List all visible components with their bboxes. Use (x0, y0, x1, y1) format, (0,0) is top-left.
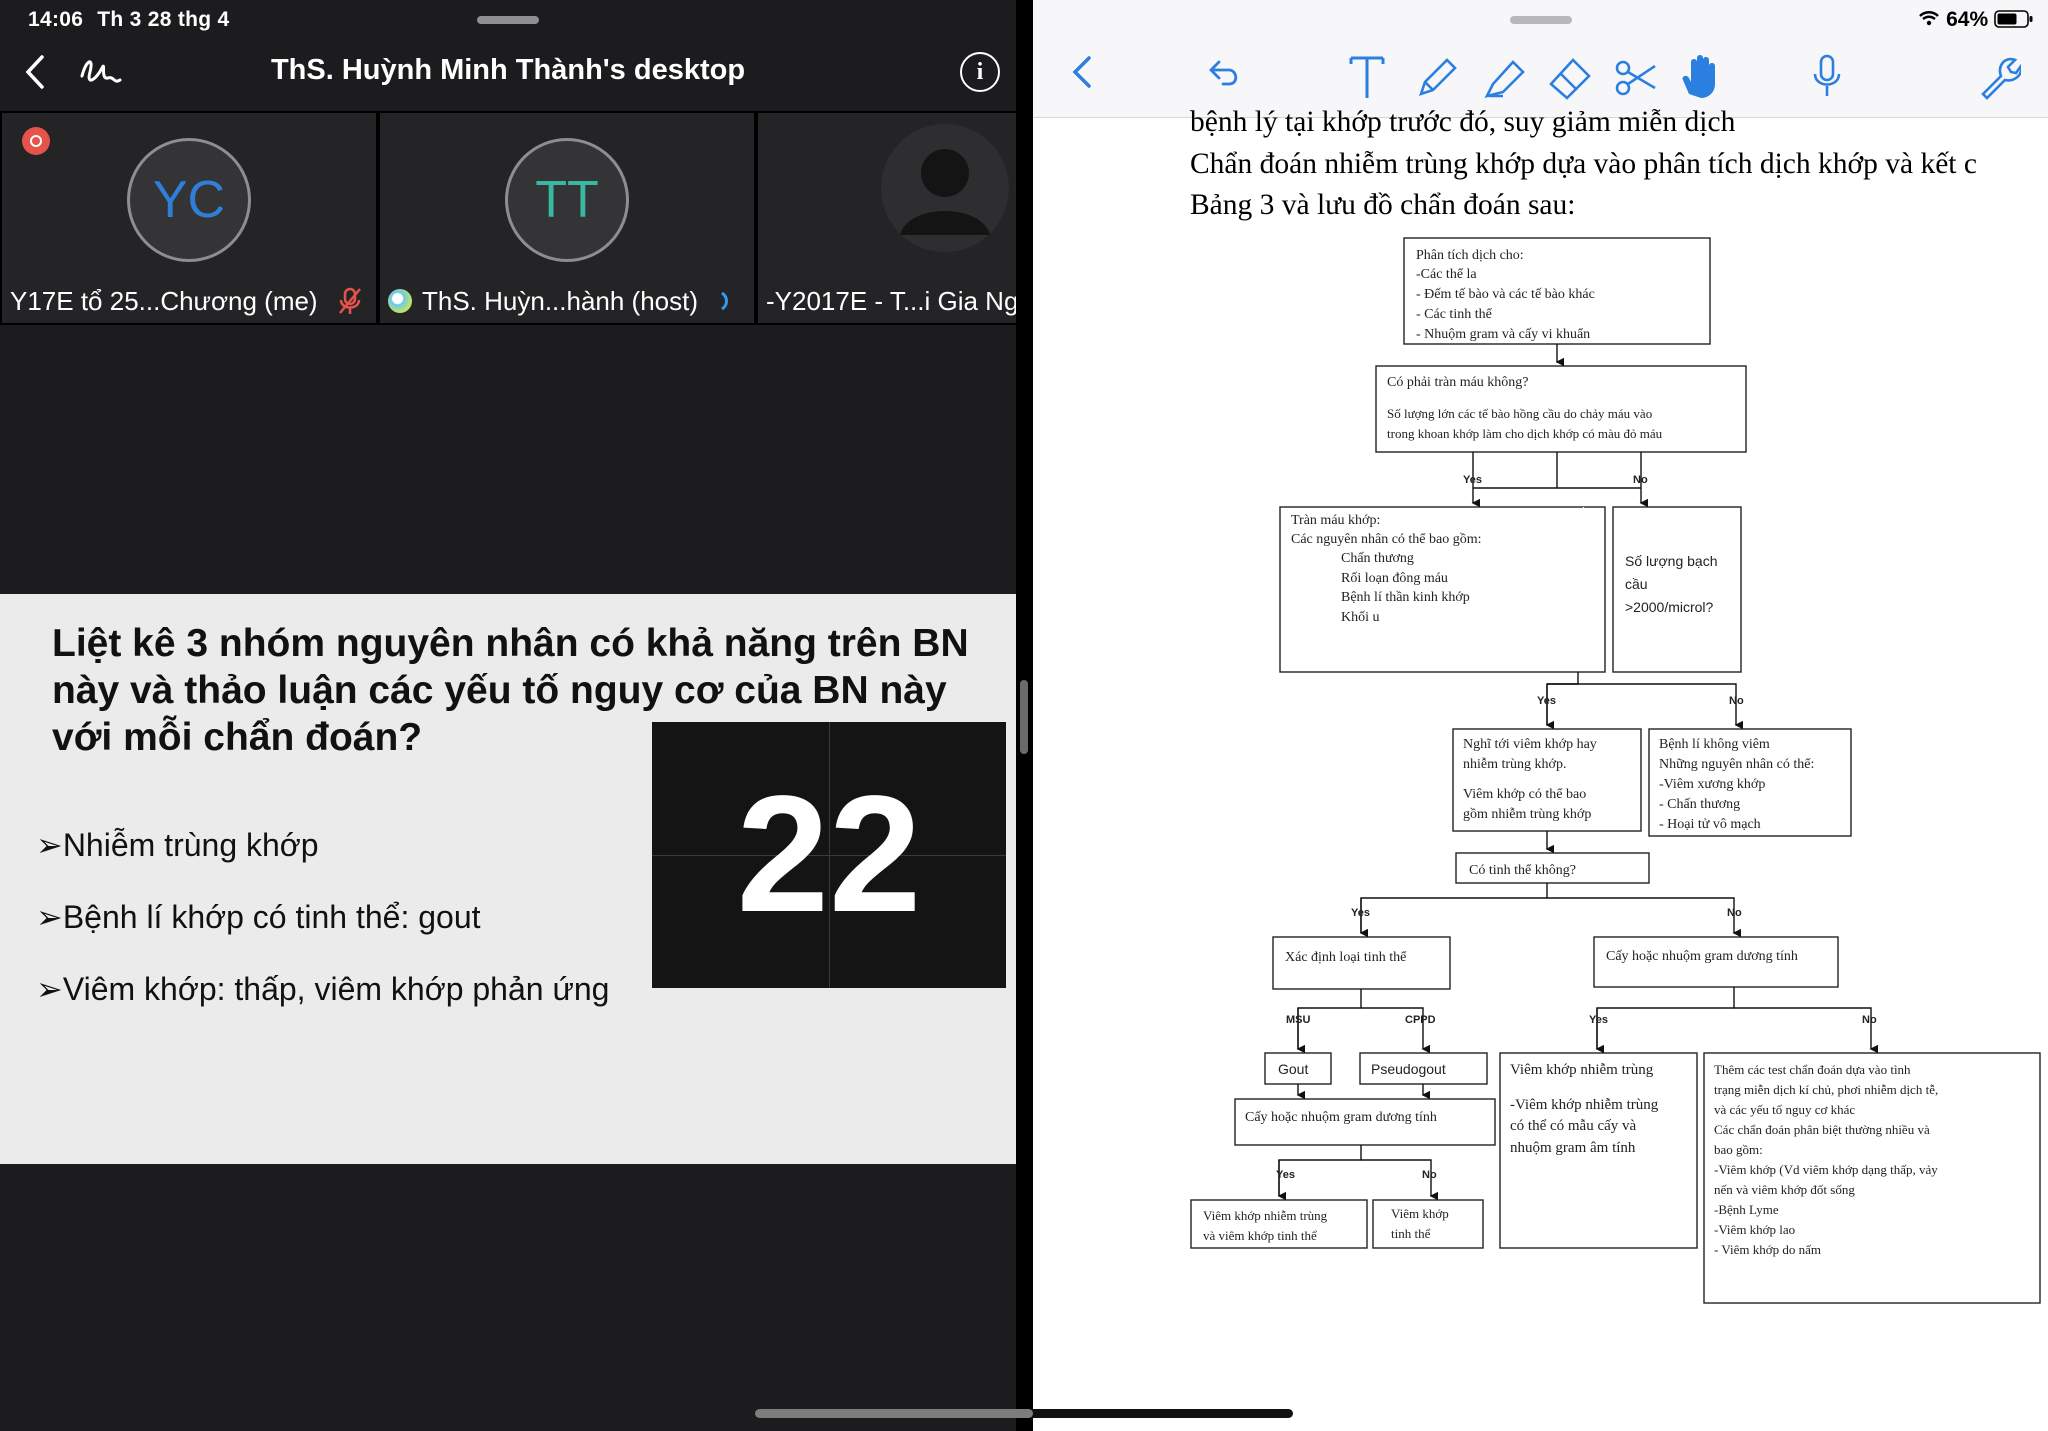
flow-label: No (1729, 695, 1744, 707)
date: Th 3 28 thg 4 (97, 8, 230, 31)
flow-text: - Đếm tế bào và các tế bào khác (1416, 287, 1595, 302)
zoom-header: ThS. Huỳnh Minh Thành's desktop i (0, 46, 1016, 98)
flow-text: -Viêm khớp nhiễm trùng (1510, 1097, 1659, 1113)
slide-bullet: ➢Nhiễm trùng khớp (36, 827, 319, 863)
flow-text: Số lượng lớn các tế bào hồng cầu do chảy… (1387, 406, 1652, 421)
participant-tile-3[interactable]: -Y2017E - T...i Gia Ng (758, 113, 1016, 323)
home-indicator-left (755, 1409, 1033, 1418)
flow-text: >2000/microl? (1625, 599, 1714, 615)
flow-text: - Các tinh thể (1416, 307, 1493, 322)
flow-text: Bệnh lí không viêm (1659, 737, 1770, 752)
flow-text: Khối u (1341, 610, 1380, 625)
flow-text: và các yếu tố nguy cơ khác (1714, 1102, 1855, 1117)
slide-bullet: ➢Viêm khớp: thấp, viêm khớp phản ứng (36, 971, 610, 1007)
flow-label: Yes (1537, 695, 1556, 707)
muted-mic-icon (339, 287, 361, 314)
participant-name: -Y2017E - T...i Gia Ng (766, 286, 1016, 316)
flow-text: -Các thể la (1416, 267, 1477, 282)
flow-text: nến và viêm khớp đốt sống (1714, 1182, 1855, 1197)
split-divider[interactable] (1016, 0, 1033, 1431)
flow-label: Yes (1276, 1169, 1295, 1181)
flow-text: Các nguyên nhân có thể bao gồm: (1291, 532, 1482, 547)
flow-text: - Nhuộm gram và cấy vi khuẩn (1416, 327, 1590, 342)
flow-text: Số lượng bạch (1625, 553, 1718, 569)
flow-text: Viêm khớp (1391, 1206, 1449, 1221)
flow-label: No (1422, 1169, 1437, 1181)
recording-icon (22, 127, 50, 155)
slide-bullet: ➢Bệnh lí khớp có tinh thể: gout (36, 899, 481, 935)
avatar: YC (127, 138, 251, 262)
flow-text: trạng miễn dịch kí chủ, phơi nhiễm dịch … (1714, 1082, 1938, 1097)
flow-text: gồm nhiễm trùng khớp (1463, 807, 1591, 822)
flow-text: nhiễm trùng khớp. (1463, 757, 1566, 772)
flow-text: Viêm khớp nhiễm trùng (1510, 1062, 1654, 1078)
flow-text: - Hoại tử vô mạch (1659, 817, 1761, 832)
flow-text: bao gồm: (1714, 1142, 1763, 1157)
flow-text: Rối loạn đông máu (1341, 571, 1448, 586)
multitask-grabber[interactable] (477, 16, 539, 24)
flow-text: Phân tích dịch cho: (1416, 248, 1524, 263)
flow-text: Viêm khớp có thể bao (1463, 787, 1586, 802)
avatar: TT (505, 138, 629, 262)
flow-text: Bệnh lí thần kinh khớp (1341, 590, 1470, 605)
participant-tile-host[interactable]: TT ThS. Huỳn...hành (host) (380, 113, 754, 323)
diagnosis-flowchart: Phân tích dịch cho: -Các thể la - Đếm tế… (1190, 237, 2041, 1304)
flow-label: No (1862, 1014, 1877, 1026)
zoom-pane: 14:06 Th 3 28 thg 4 ThS. Huỳnh Minh Thành… (0, 0, 1016, 1431)
flow-text: -Viêm khớp (Vd viêm khớp dạng thấp, vảy (1714, 1162, 1938, 1177)
flow-label: CPPD (1405, 1014, 1436, 1026)
flow-text: cầu (1625, 576, 1648, 592)
flow-text: - Viêm khớp do nấm (1714, 1242, 1821, 1257)
flow-label: Yes (1463, 474, 1482, 486)
flow-text: Thêm các test chẩn đoán dựa vào tình (1714, 1062, 1911, 1077)
participant-strip: YC Y17E tổ 25...Chương (me) TT ThS. Huỳn… (0, 111, 1016, 325)
flow-label: No (1727, 907, 1742, 919)
flow-text: Cấy hoặc nhuộm gram dương tính (1245, 1110, 1437, 1125)
flow-text: Các chẩn đoán phân biệt thường nhiều và (1714, 1122, 1930, 1137)
host-avatar-icon (388, 289, 412, 313)
default-avatar-icon (881, 124, 1009, 252)
flow-text: -Viêm xương khớp (1659, 777, 1765, 792)
flow-text: và viêm khớp tinh thể (1203, 1228, 1317, 1243)
speaking-icon (721, 291, 728, 311)
flow-label: Yes (1589, 1014, 1608, 1026)
flow-text: Có phải tràn máu không? (1387, 375, 1529, 390)
meeting-title: ThS. Huỳnh Minh Thành's desktop (270, 54, 746, 86)
flow-label: Yes (1351, 907, 1370, 919)
clock: 14:06 (28, 8, 84, 31)
flow-text: Pseudogout (1371, 1061, 1446, 1077)
status-bar-left: 14:06 Th 3 28 thg 4 (28, 8, 243, 32)
divider-handle[interactable] (1020, 680, 1028, 754)
flow-text: tinh thể (1391, 1226, 1431, 1241)
info-icon[interactable]: i (960, 52, 1000, 92)
flow-text: Nghĩ tới viêm khớp hay (1463, 737, 1597, 752)
flow-text: Chấn thương (1341, 551, 1414, 566)
notes-pane: 64% bệnh lý tại khớp trước đó, suy giảm … (1033, 0, 2048, 1431)
flow-text: Xác định loại tinh thể (1285, 950, 1407, 965)
annotate-icon[interactable] (76, 50, 124, 94)
flow-text: trong khoan khớp làm cho dịch khớp có mà… (1387, 426, 1663, 441)
participant-name: Y17E tổ 25...Chương (me) (2, 279, 376, 323)
flow-text: Những nguyên nhân có thể: (1659, 757, 1814, 772)
flow-text: Gout (1278, 1061, 1308, 1077)
flow-text: Có tinh thể không? (1469, 863, 1576, 878)
flow-text: Viêm khớp nhiễm trùng (1203, 1208, 1328, 1223)
flow-text: Cấy hoặc nhuộm gram dương tính (1606, 949, 1798, 964)
participant-tile-me[interactable]: YC Y17E tổ 25...Chương (me) (2, 113, 376, 323)
timer-value: 22 (736, 762, 922, 947)
flow-text: Tràn máu khớp: (1291, 513, 1380, 528)
participant-name: ThS. Huỳn...hành (host) (380, 279, 754, 323)
flow-label: MSU (1286, 1014, 1311, 1026)
flow-text: nhuộm gram âm tính (1510, 1140, 1636, 1156)
shared-slide: Liệt kê 3 nhóm nguyên nhân có khả năng t… (0, 594, 1016, 1164)
back-chevron-icon[interactable] (16, 52, 56, 92)
flow-text: - Chấn thương (1659, 797, 1740, 812)
countdown-timer: 22 (652, 722, 1006, 988)
flow-label: No (1633, 474, 1648, 486)
flow-text: -Bệnh Lyme (1714, 1202, 1779, 1217)
flow-text: có thể có mẫu cấy và (1510, 1118, 1637, 1134)
flow-text: -Viêm khớp lao (1714, 1222, 1795, 1237)
